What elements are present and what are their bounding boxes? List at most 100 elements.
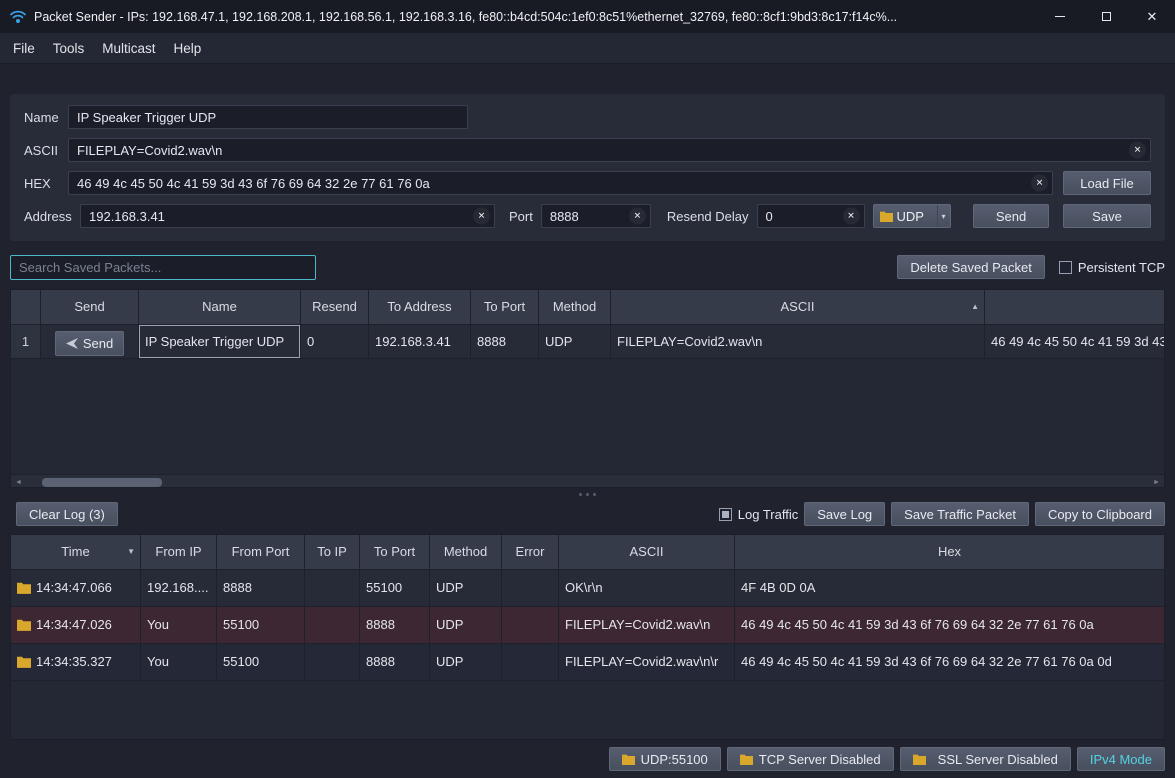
cell-from-ip[interactable]: 192.168.... xyxy=(141,570,217,607)
log-col-hex[interactable]: Hex xyxy=(735,535,1164,570)
address-row: Address ✕ Port ✕ Resend Delay ✕ xyxy=(24,204,1151,228)
menu-help[interactable]: Help xyxy=(165,36,211,61)
cell-method[interactable]: UDP xyxy=(430,607,502,644)
log-col-method[interactable]: Method xyxy=(430,535,502,570)
close-button[interactable]: ✕ xyxy=(1129,0,1175,33)
saved-col-method[interactable]: Method xyxy=(539,290,611,325)
cell-from-ip[interactable]: You xyxy=(141,607,217,644)
saved-packet-row[interactable]: 1 Send IP Speaker Trigger UDP 0 192.168.… xyxy=(11,325,1164,359)
menu-file[interactable]: File xyxy=(4,36,44,61)
cell-hex[interactable]: 4F 4B 0D 0A xyxy=(735,570,1164,607)
log-row[interactable]: 14:34:47.066 192.168.... 8888 55100 UDP … xyxy=(11,570,1164,607)
tcp-server-button[interactable]: TCP Server Disabled xyxy=(727,747,894,771)
cell-ascii[interactable]: FILEPLAY=Covid2.wav\n xyxy=(559,607,735,644)
log-col-from-port[interactable]: From Port xyxy=(217,535,305,570)
hex-input[interactable] xyxy=(68,171,1053,195)
cell-to-ip[interactable] xyxy=(305,607,360,644)
delete-saved-packet-button[interactable]: Delete Saved Packet xyxy=(897,255,1044,279)
protocol-dropdown[interactable]: UDP ▾ xyxy=(873,204,951,228)
statusbar: UDP:55100 TCP Server Disabled SSL Server… xyxy=(0,740,1175,778)
cell-to-ip[interactable] xyxy=(305,644,360,681)
saved-col-to-address[interactable]: To Address xyxy=(369,290,471,325)
cell-hex[interactable]: 46 49 4c 45 50 4c 41 59 3d 43 6f 76 69 6… xyxy=(735,644,1164,681)
cell-to-port[interactable]: 55100 xyxy=(360,570,430,607)
cell-hex[interactable]: 46 49 4c 45 50 4c 41 59 3d 43 6f 76 69 6… xyxy=(985,325,1164,359)
log-col-from-ip[interactable]: From IP xyxy=(141,535,217,570)
cell-hex[interactable]: 46 49 4c 45 50 4c 41 59 3d 43 6f 76 69 6… xyxy=(735,607,1164,644)
ascii-clear-icon[interactable]: ✕ xyxy=(1129,142,1146,159)
log-col-to-port[interactable]: To Port xyxy=(360,535,430,570)
clear-log-button[interactable]: Clear Log (3) xyxy=(16,502,118,526)
scroll-left-icon[interactable]: ◄ xyxy=(11,475,26,489)
log-col-time[interactable]: Time ▼ xyxy=(11,535,141,570)
cell-method[interactable]: UDP xyxy=(539,325,611,359)
save-traffic-packet-button[interactable]: Save Traffic Packet xyxy=(891,502,1029,526)
port-label: Port xyxy=(509,209,533,224)
port-clear-icon[interactable]: ✕ xyxy=(629,208,646,225)
cell-to-port[interactable]: 8888 xyxy=(471,325,539,359)
saved-col-resend[interactable]: Resend xyxy=(301,290,369,325)
hex-clear-icon[interactable]: ✕ xyxy=(1031,175,1048,192)
cell-to-address[interactable]: 192.168.3.41 xyxy=(369,325,471,359)
log-row[interactable]: 14:34:35.327 You 55100 8888 UDP FILEPLAY… xyxy=(11,644,1164,681)
scrollbar-handle[interactable] xyxy=(42,478,162,487)
cell-time[interactable]: 14:34:35.327 xyxy=(11,644,141,681)
cell-error[interactable] xyxy=(502,570,559,607)
log-col-to-ip[interactable]: To IP xyxy=(305,535,360,570)
saved-col-send[interactable]: Send xyxy=(41,290,139,325)
saved-col-hex[interactable] xyxy=(985,290,1164,325)
cell-from-port[interactable]: 55100 xyxy=(217,607,305,644)
cell-error[interactable] xyxy=(502,607,559,644)
cell-time[interactable]: 14:34:47.026 xyxy=(11,607,141,644)
saved-col-to-port[interactable]: To Port xyxy=(471,290,539,325)
send-button[interactable]: Send xyxy=(973,204,1049,228)
log-row[interactable]: 14:34:47.026 You 55100 8888 UDP FILEPLAY… xyxy=(11,607,1164,644)
log-col-ascii[interactable]: ASCII xyxy=(559,535,735,570)
name-input[interactable] xyxy=(68,105,468,129)
persistent-tcp-checkbox[interactable] xyxy=(1059,261,1072,274)
cell-ascii[interactable]: FILEPLAY=Covid2.wav\n xyxy=(611,325,985,359)
menu-multicast[interactable]: Multicast xyxy=(93,36,164,61)
save-log-button[interactable]: Save Log xyxy=(804,502,885,526)
cell-ascii[interactable]: OK\r\n xyxy=(559,570,735,607)
saved-col-ascii[interactable]: ASCII ▲ xyxy=(611,290,985,325)
cell-to-port[interactable]: 8888 xyxy=(360,607,430,644)
copy-to-clipboard-button[interactable]: Copy to Clipboard xyxy=(1035,502,1165,526)
ascii-label: ASCII xyxy=(24,143,68,158)
ipv4-mode-button[interactable]: IPv4 Mode xyxy=(1077,747,1165,771)
send-packet-icon xyxy=(66,338,78,349)
cell-name[interactable]: IP Speaker Trigger UDP xyxy=(139,325,301,359)
save-button[interactable]: Save xyxy=(1063,204,1151,228)
ascii-input[interactable] xyxy=(68,138,1151,162)
ssl-server-button[interactable]: SSL Server Disabled xyxy=(900,747,1071,771)
saved-col-name[interactable]: Name xyxy=(139,290,301,325)
udp-server-button[interactable]: UDP:55100 xyxy=(609,747,721,771)
minimize-button[interactable] xyxy=(1037,0,1083,33)
cell-method[interactable]: UDP xyxy=(430,644,502,681)
address-clear-icon[interactable]: ✕ xyxy=(473,208,490,225)
load-file-button[interactable]: Load File xyxy=(1063,171,1151,195)
scrollbar-track[interactable] xyxy=(26,475,1149,489)
log-col-error[interactable]: Error xyxy=(502,535,559,570)
cell-from-port[interactable]: 8888 xyxy=(217,570,305,607)
menu-tools[interactable]: Tools xyxy=(44,36,94,61)
resend-clear-icon[interactable]: ✕ xyxy=(843,208,860,225)
scroll-right-icon[interactable]: ► xyxy=(1149,475,1164,489)
cell-to-ip[interactable] xyxy=(305,570,360,607)
cell-from-port[interactable]: 55100 xyxy=(217,644,305,681)
address-input[interactable] xyxy=(80,204,495,228)
cell-ascii[interactable]: FILEPLAY=Covid2.wav\n\r xyxy=(559,644,735,681)
row-send-button[interactable]: Send xyxy=(55,331,124,356)
cell-to-port[interactable]: 8888 xyxy=(360,644,430,681)
cell-resend[interactable]: 0 xyxy=(301,325,369,359)
maximize-button[interactable] xyxy=(1083,0,1129,33)
cell-error[interactable] xyxy=(502,644,559,681)
cell-time[interactable]: 14:34:47.066 xyxy=(11,570,141,607)
packet-form-panel: Name ASCII ✕ HEX ✕ Load File xyxy=(10,94,1165,241)
splitter-handle[interactable] xyxy=(0,488,1175,501)
search-input[interactable] xyxy=(10,255,316,280)
log-traffic-checkbox[interactable] xyxy=(719,508,732,521)
persistent-tcp-label: Persistent TCP xyxy=(1078,260,1165,275)
cell-from-ip[interactable]: You xyxy=(141,644,217,681)
cell-method[interactable]: UDP xyxy=(430,570,502,607)
